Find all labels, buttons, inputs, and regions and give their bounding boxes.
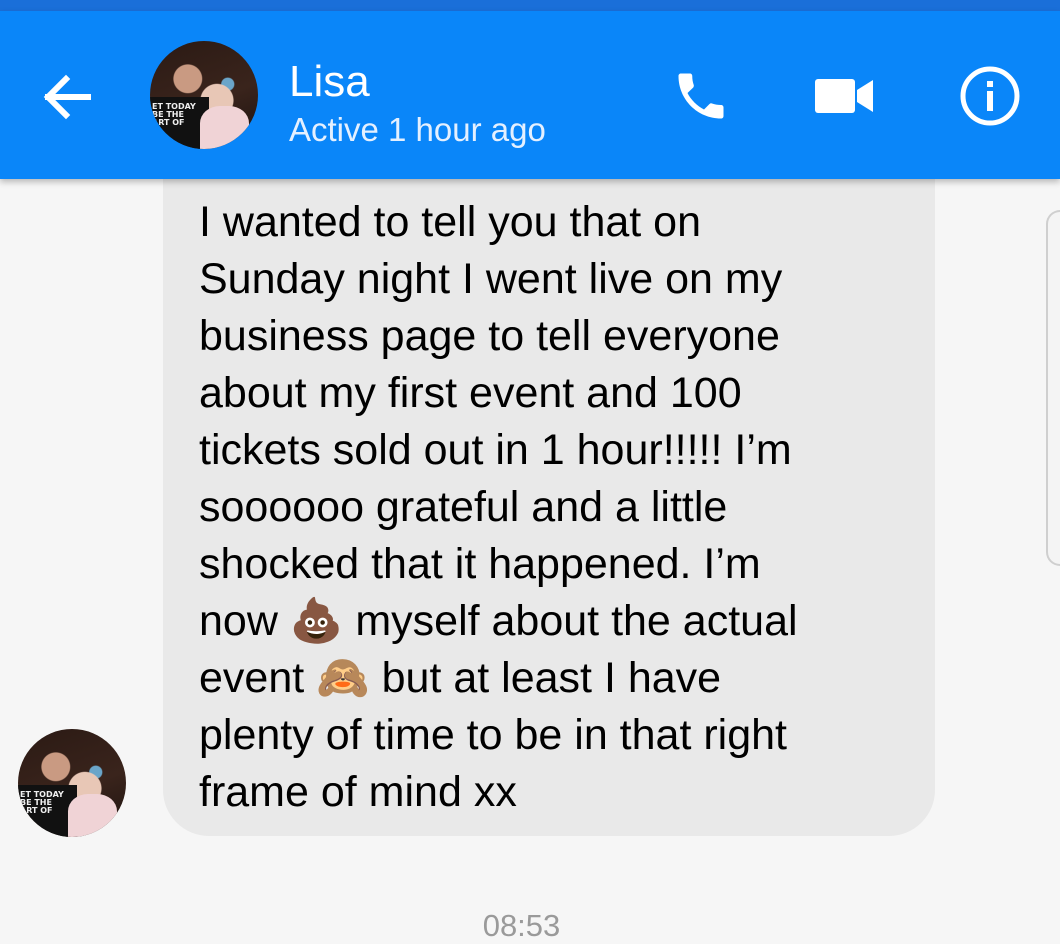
contact-name[interactable]: Lisa <box>289 57 370 107</box>
message-timestamp: 08:53 <box>482 908 561 943</box>
arrow-left-icon <box>43 74 91 120</box>
avatar-child <box>67 793 118 837</box>
message-text: I wanted to tell you that on Sunday nigh… <box>199 194 899 821</box>
status-bar <box>0 0 1060 11</box>
contact-avatar[interactable]: ET TODAY BE THE ART OF <box>150 41 258 149</box>
back-button[interactable] <box>38 69 94 125</box>
call-button[interactable] <box>666 61 736 131</box>
message-text-part-1: I wanted to tell you that on Sunday nigh… <box>199 198 792 645</box>
message-thread: I wanted to tell you that on Sunday nigh… <box>0 119 1060 943</box>
phone-icon <box>678 73 724 119</box>
contact-status: Active 1 hour ago <box>289 111 546 148</box>
info-icon <box>960 66 1020 126</box>
video-camera-icon <box>815 79 873 113</box>
sender-avatar[interactable]: ET TODAY BE THE ART OF <box>18 729 126 837</box>
see-no-evil-monkey-emoji: 🙈 <box>316 653 370 703</box>
conversation-header: ET TODAY BE THE ART OF Lisa Active 1 hou… <box>0 11 1060 179</box>
info-button[interactable] <box>955 61 1025 131</box>
video-call-button[interactable] <box>810 61 880 131</box>
scrollbar-handle[interactable] <box>1046 210 1060 566</box>
pile-of-poo-emoji: 💩 <box>289 596 344 646</box>
avatar-child <box>199 105 250 149</box>
